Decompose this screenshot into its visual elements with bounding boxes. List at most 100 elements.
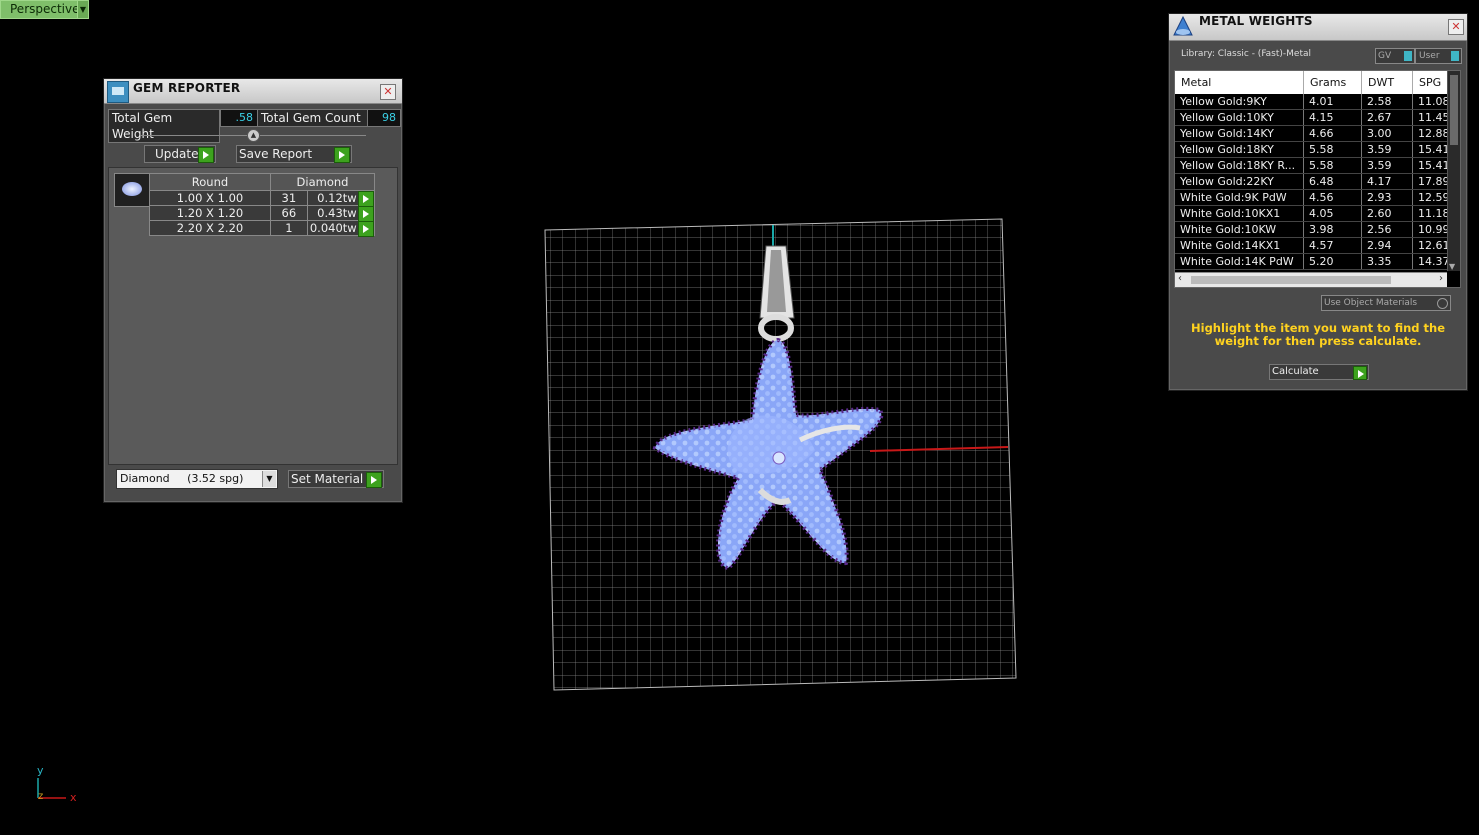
use-object-materials-toggle[interactable]: Use Object Materials	[1321, 295, 1451, 311]
metal-spg: 17.89	[1412, 173, 1451, 190]
table-row[interactable]: 2.20 X 2.20 1 0.040tw	[149, 220, 376, 237]
metal-spg: 14.37	[1412, 253, 1451, 270]
calculate-hint: Highlight the item you want to find the …	[1191, 321, 1445, 348]
metal-grams: 4.56	[1303, 189, 1362, 206]
metal-dwt: 2.94	[1361, 237, 1413, 254]
metal-spg: 12.61	[1412, 237, 1451, 254]
gv-toggle-indicator	[1404, 51, 1412, 61]
set-material-button-label: Set Material	[291, 472, 364, 486]
total-gem-count-label: Total Gem Count	[257, 109, 369, 127]
table-row[interactable]: 1.00 X 1.00 31 0.12tw	[149, 190, 376, 207]
gem-reporter-close-icon[interactable]: ✕	[380, 84, 396, 100]
horizontal-scrollbar[interactable]: ‹ ›	[1175, 272, 1447, 287]
metal-dwt: 2.56	[1361, 221, 1413, 238]
metal-spg: 11.08	[1412, 94, 1451, 110]
table-row[interactable]: Yellow Gold:18KY 5.58 3.59 15.41	[1175, 141, 1451, 158]
table-row[interactable]: Yellow Gold:10KY 4.15 2.67 11.45	[1175, 109, 1451, 126]
vertical-scrollbar[interactable]: ▼	[1447, 71, 1460, 271]
set-material-go-icon	[366, 472, 382, 488]
gem-size: 2.20 X 2.20	[149, 220, 271, 236]
save-report-button-label: Save Report	[239, 147, 313, 161]
metal-name: White Gold:10KW	[1175, 221, 1304, 238]
table-row[interactable]: Yellow Gold:18KY R... 5.58 3.59 15.41	[1175, 157, 1451, 174]
axis-z-label: z	[38, 791, 44, 802]
metal-grams: 5.20	[1303, 253, 1362, 270]
metal-dwt: 3.59	[1361, 141, 1413, 158]
table-row[interactable]: White Gold:14KX1 4.57 2.94 12.61	[1175, 237, 1451, 254]
row-go-button[interactable]	[358, 190, 376, 207]
column-header-grams[interactable]: Grams	[1303, 71, 1362, 94]
total-gem-count-value: 98	[367, 109, 401, 127]
column-header-dwt[interactable]: DWT	[1361, 71, 1413, 94]
total-gem-weight-value: .58	[220, 109, 258, 127]
column-header-metal[interactable]: Metal	[1175, 71, 1304, 94]
table-row[interactable]: 1.20 X 1.20 66 0.43tw	[149, 205, 376, 222]
save-report-go-icon	[334, 147, 350, 163]
metal-spg: 12.59	[1412, 189, 1451, 206]
user-toggle[interactable]: User	[1415, 48, 1462, 64]
material-select[interactable]: Diamond (3.52 spg) ▼	[116, 469, 278, 489]
scroll-left-icon[interactable]: ‹	[1178, 273, 1182, 284]
metal-spg: 15.41	[1412, 141, 1451, 158]
update-button[interactable]: Update	[144, 145, 216, 163]
table-row[interactable]: Yellow Gold:9KY 4.01 2.58 11.08	[1175, 94, 1451, 110]
vertical-scroll-thumb[interactable]	[1450, 75, 1458, 145]
gem-list-area: Round Diamond 1.00 X 1.00 31 0.12tw 1.20…	[108, 167, 398, 465]
radio-icon	[1437, 298, 1448, 309]
chevron-down-icon[interactable]: ▼	[262, 471, 276, 487]
metal-grams: 5.58	[1303, 157, 1362, 174]
metal-weights-title: METAL WEIGHTS	[1199, 14, 1313, 28]
gv-toggle-label: GV	[1378, 51, 1392, 61]
collapse-toggle-icon[interactable]: ▲	[247, 129, 260, 142]
metal-dwt: 2.67	[1361, 109, 1413, 126]
scroll-down-icon[interactable]: ▼	[1449, 262, 1455, 271]
table-row[interactable]: White Gold:10KX1 4.05 2.60 11.18	[1175, 205, 1451, 222]
gem-reporter-panel: GEM REPORTER ✕ Total Gem Weight .58 Tota…	[103, 78, 403, 503]
row-go-button[interactable]	[358, 205, 376, 222]
use-object-materials-label: Use Object Materials	[1324, 298, 1418, 308]
metal-grams: 4.01	[1303, 94, 1362, 110]
calculate-button[interactable]: Calculate	[1269, 364, 1369, 380]
table-row[interactable]: White Gold:14K PdW 5.20 3.35 14.37	[1175, 253, 1451, 270]
metal-grams: 6.48	[1303, 173, 1362, 190]
metal-name: Yellow Gold:9KY	[1175, 94, 1304, 110]
user-toggle-indicator	[1451, 51, 1459, 61]
table-row[interactable]: White Gold:10KW 3.98 2.56 10.99	[1175, 221, 1451, 238]
table-row[interactable]: Yellow Gold:14KY 4.66 3.00 12.88	[1175, 125, 1451, 142]
gem-count: 1	[270, 220, 308, 236]
set-material-button[interactable]: Set Material	[288, 470, 384, 488]
update-go-icon	[198, 147, 214, 163]
update-button-label: Update	[155, 147, 199, 161]
metal-weights-app-icon	[1173, 15, 1193, 36]
metal-name: Yellow Gold:14KY	[1175, 125, 1304, 142]
table-row[interactable]: Yellow Gold:22KY 6.48 4.17 17.89	[1175, 173, 1451, 190]
metal-grams: 5.58	[1303, 141, 1362, 158]
column-header-spg[interactable]: SPG	[1412, 71, 1451, 94]
metal-grams: 4.57	[1303, 237, 1362, 254]
metal-weights-titlebar[interactable]: METAL WEIGHTS ✕	[1169, 14, 1467, 41]
material-select-value: Diamond (3.52 spg)	[120, 472, 244, 485]
table-row[interactable]: White Gold:9K PdW 4.56 2.93 12.59	[1175, 189, 1451, 206]
metal-dwt: 3.59	[1361, 157, 1413, 174]
metal-name: White Gold:10KX1	[1175, 205, 1304, 222]
gem-reporter-titlebar[interactable]: GEM REPORTER ✕	[104, 79, 402, 104]
row-go-button[interactable]	[358, 220, 376, 237]
gem-count: 66	[270, 205, 308, 221]
gv-toggle[interactable]: GV	[1375, 48, 1415, 64]
gem-count: 31	[270, 190, 308, 206]
save-report-button[interactable]: Save Report	[236, 145, 352, 163]
metal-grams: 4.15	[1303, 109, 1362, 126]
metal-dwt: 3.00	[1361, 125, 1413, 142]
gem-weight: 0.43tw	[306, 205, 360, 221]
round-gem-icon[interactable]	[114, 173, 151, 207]
horizontal-scroll-thumb[interactable]	[1191, 276, 1391, 284]
metal-weights-close-icon[interactable]: ✕	[1448, 19, 1464, 35]
gem-reporter-title: GEM REPORTER	[133, 81, 241, 95]
axis-y-label: y	[37, 764, 44, 777]
metal-spg: 11.45	[1412, 109, 1451, 126]
metal-dwt: 4.17	[1361, 173, 1413, 190]
scroll-right-icon[interactable]: ›	[1439, 273, 1443, 284]
metal-weights-panel: METAL WEIGHTS ✕ Library: Classic - (Fast…	[1168, 13, 1468, 391]
metal-name: White Gold:14K PdW	[1175, 253, 1304, 270]
gem-size: 1.20 X 1.20	[149, 205, 271, 221]
